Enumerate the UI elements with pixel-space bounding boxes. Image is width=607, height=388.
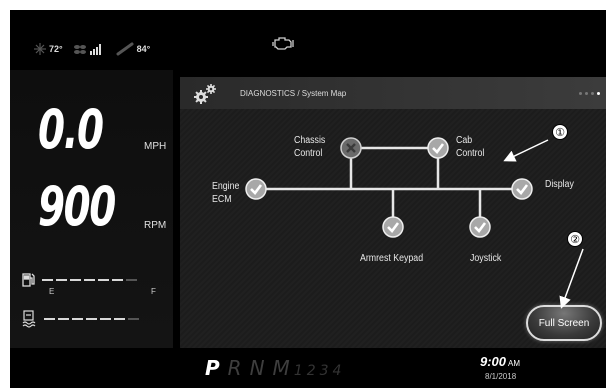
engine-node-ok-icon[interactable] [245, 178, 267, 200]
fuel-level-bar [42, 279, 137, 281]
speed-value: 0.0 [38, 98, 104, 161]
check-engine-icon [272, 37, 294, 50]
level-segment [100, 318, 111, 320]
outside-temp: 84° [136, 44, 151, 54]
joystick-node-ok-icon[interactable] [469, 216, 491, 238]
level-segment [86, 318, 97, 320]
snowflake-icon [34, 43, 46, 55]
inside-temp: 72° [49, 44, 63, 54]
fuel-full-label: F [151, 287, 156, 296]
diagnostics-panel: DIAGNOSTICS / System Map Chassis Control… [180, 77, 606, 348]
gear-numbers: 1234 [293, 363, 346, 379]
cab-node-ok-icon[interactable] [427, 137, 449, 159]
level-segment [126, 279, 137, 281]
cab-label-line2: Control [456, 148, 485, 159]
def-gauge [22, 310, 139, 328]
fuel-gauge [22, 272, 137, 288]
level-segment [72, 318, 83, 320]
clock-date: 8/1/2018 [485, 372, 517, 381]
bottom-bar: PRNM1234 9:00 AM 8/1/2018 [10, 348, 606, 388]
thermometer-icon [116, 42, 134, 56]
full-screen-button[interactable]: Full Screen [526, 305, 602, 341]
cab-label-line1: Cab [456, 135, 473, 146]
level-segment [128, 318, 139, 320]
engine-label-line1: Engine [212, 181, 240, 192]
vehicle-display: 72° 84° 0.0 MPH 900 RPM E F DIAGNOSTICS … [10, 10, 606, 388]
level-segment [56, 279, 67, 281]
fan-icon [73, 45, 86, 54]
chassis-label: Chassis Control [294, 134, 325, 160]
def-fluid-icon [22, 310, 36, 328]
fuel-pump-icon [22, 273, 35, 287]
level-segment [112, 279, 123, 281]
level-segment [114, 318, 125, 320]
level-segment [58, 318, 69, 320]
clock-time: 9:00 [480, 354, 507, 369]
cab-label: Cab Control [456, 134, 484, 160]
signal-icon [89, 44, 101, 55]
chassis-label-line1: Chassis [294, 135, 326, 146]
clock-ampm: AM [508, 359, 521, 368]
chassis-label-line2: Control [294, 148, 323, 159]
level-segment [98, 279, 109, 281]
clock: 9:00 AM [480, 354, 520, 369]
engine-label-line2: ECM [212, 194, 232, 205]
rpm-value: 900 [38, 175, 116, 238]
level-segment [70, 279, 81, 281]
fuel-empty-label: E [49, 287, 55, 296]
rpm-unit: RPM [144, 220, 167, 231]
callout-1: ① [552, 124, 568, 140]
chassis-node-error-icon[interactable] [340, 137, 362, 159]
display-label: Display [545, 179, 574, 190]
armrest-node-ok-icon[interactable] [382, 216, 404, 238]
def-level-bar [44, 318, 139, 320]
callout-2: ② [567, 231, 583, 247]
engine-label: Engine ECM [212, 180, 239, 206]
status-bar: 72° 84° [34, 37, 150, 61]
gear-selector: PRNM1234 [205, 356, 345, 380]
joystick-label: Joystick [470, 253, 502, 264]
armrest-label: Armrest Keypad [360, 253, 424, 264]
gear-r: R [227, 356, 250, 380]
level-segment [84, 279, 95, 281]
level-segment [42, 279, 53, 281]
gear-n: N [249, 356, 273, 380]
display-node-ok-icon[interactable] [511, 178, 533, 200]
speed-unit: MPH [144, 141, 167, 152]
level-segment [44, 318, 55, 320]
gear-selected: P [205, 356, 228, 380]
